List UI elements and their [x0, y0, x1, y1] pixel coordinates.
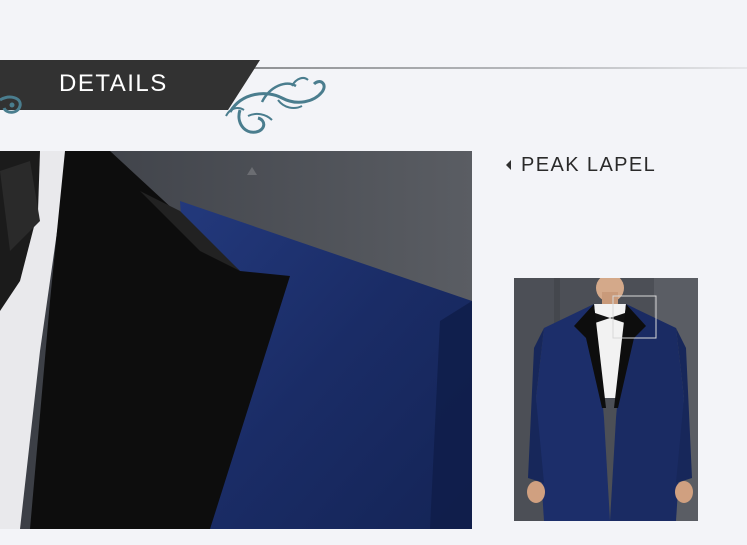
- feature-label: PEAK LAPEL: [506, 153, 656, 177]
- ornament-icon: [0, 95, 22, 114]
- flourish-ornament-icon: [225, 77, 326, 134]
- suit-thumbnail-image: [514, 278, 698, 521]
- caret-left-icon: [506, 160, 511, 170]
- section-title: DETAILS: [59, 70, 168, 97]
- lapel-closeup-image: [0, 151, 472, 529]
- divider-line: [245, 67, 747, 69]
- feature-label-text: PEAK LAPEL: [521, 153, 657, 176]
